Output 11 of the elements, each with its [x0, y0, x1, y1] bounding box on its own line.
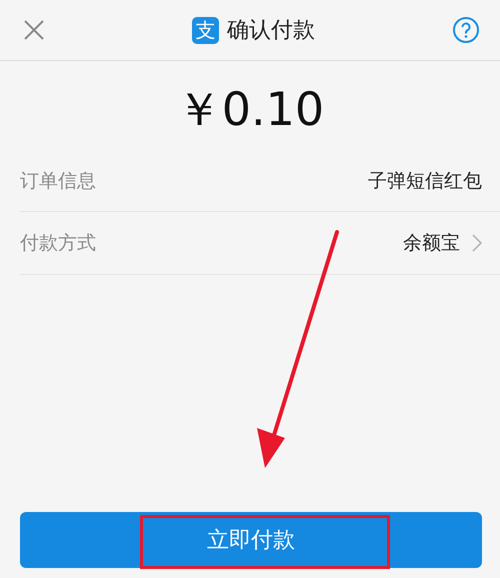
row-value: 余额宝: [403, 231, 460, 256]
close-icon[interactable]: [23, 19, 45, 41]
page-title: 确认付款: [227, 17, 315, 45]
help-icon[interactable]: [452, 16, 480, 44]
row-value: 子弹短信红包: [368, 169, 482, 194]
payment-amount: ￥0.10: [174, 81, 326, 138]
row-label: 订单信息: [20, 169, 96, 194]
pay-button[interactable]: 立即付款: [20, 512, 482, 568]
row-label: 付款方式: [20, 231, 96, 256]
logo-icon: 支: [192, 16, 219, 44]
chevron-right-icon[interactable]: [472, 234, 482, 252]
